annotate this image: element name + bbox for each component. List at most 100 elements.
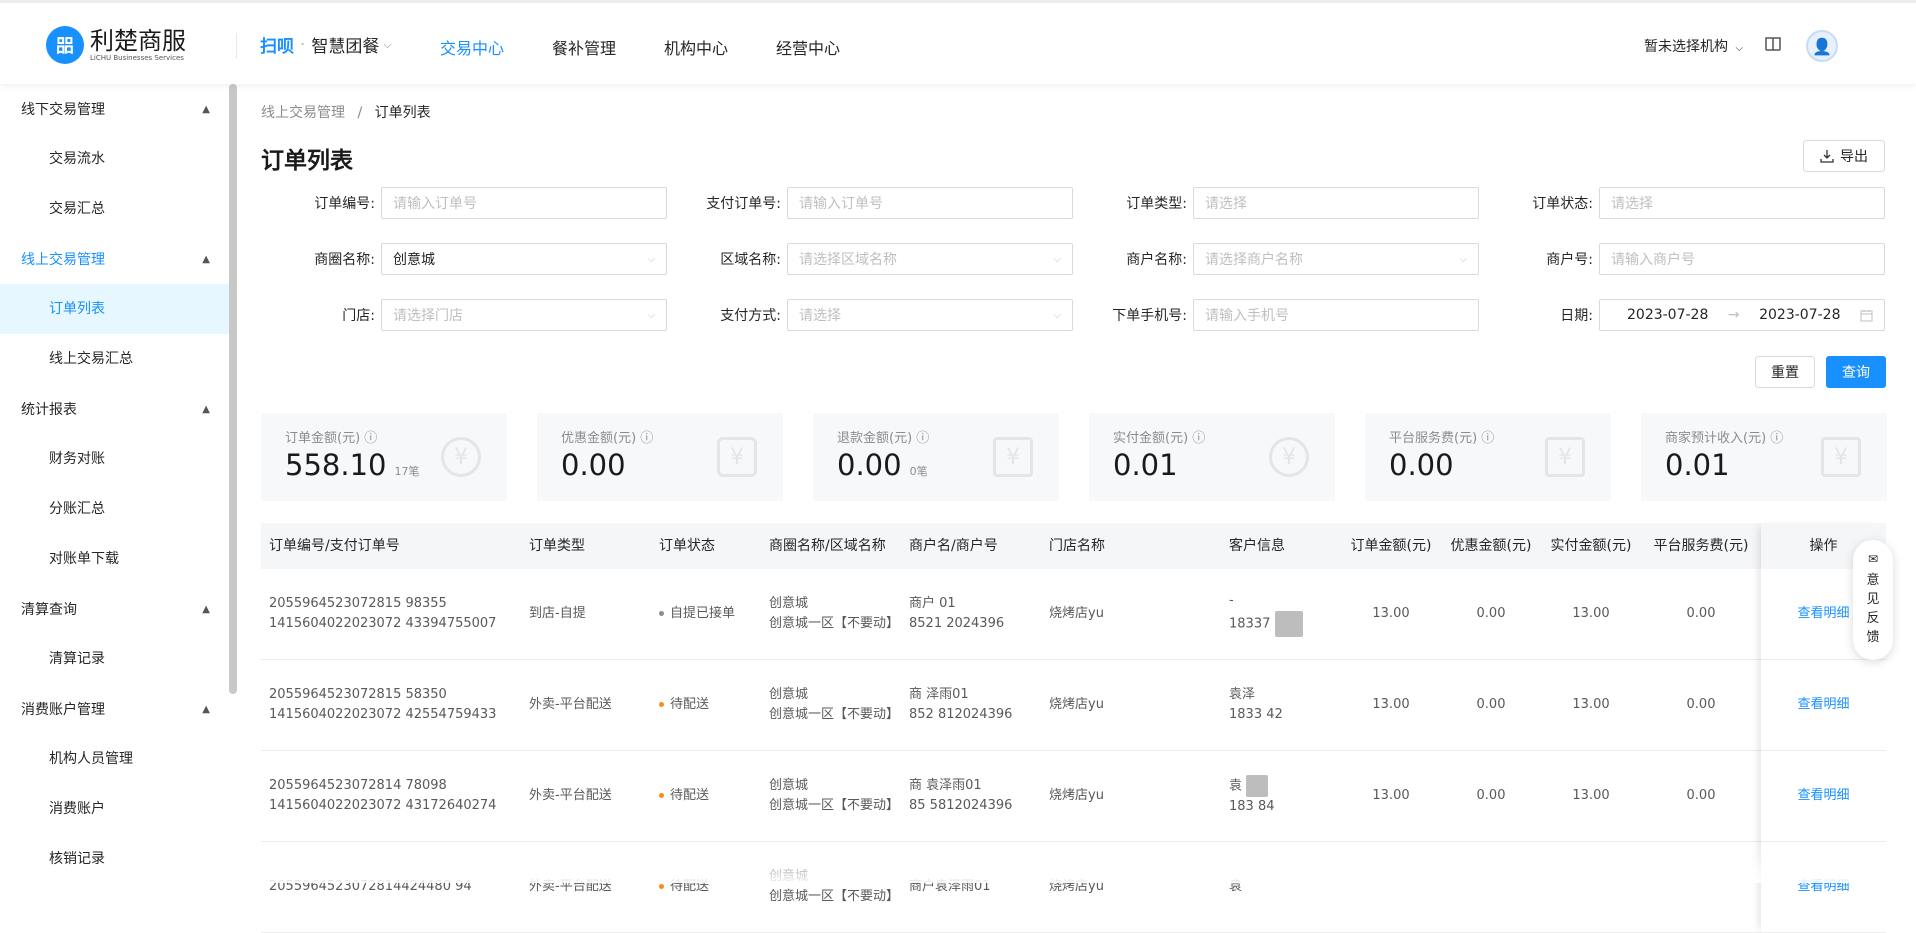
chevron-up-icon: ▲ [202, 403, 210, 415]
fee-icon: ¥ [1545, 437, 1585, 477]
sidebar-item-statement-download[interactable]: 对账单下载 [0, 534, 230, 584]
date-range-picker[interactable]: 2023-07-28 → 2023-07-28 [1599, 299, 1885, 331]
stat-card-paid: 实付金额(元) ⓘ 0.01 ¥ [1089, 413, 1335, 501]
header-divider [236, 33, 237, 59]
export-button[interactable]: 导出 [1803, 140, 1885, 172]
merchant-no-label: 商户号: [1546, 252, 1593, 268]
merchant-name: 商 泽雨01 [909, 687, 969, 702]
region-name: 创意城一区【不要动】 [769, 616, 900, 631]
book-icon[interactable] [1764, 35, 1782, 53]
region-select[interactable]: 请选择区域名称 ⌵ [787, 243, 1073, 275]
customer-name: - [1229, 593, 1234, 608]
query-button[interactable]: 查询 [1826, 356, 1886, 388]
merchant-select[interactable]: 请选择商户名称 ⌵ [1193, 243, 1479, 275]
platform-fee: 0.00 [1686, 788, 1716, 803]
status-dot [659, 611, 664, 616]
sidebar: 线下交易管理 ▲ 交易流水 交易汇总 线上交易管理 ▲ 订单列表 线上交易汇总 统计… [0, 84, 230, 883]
customer-phone: 1833 42 [1229, 707, 1283, 722]
chevron-up-icon: ▲ [202, 103, 210, 115]
sidebar-item-org-staff[interactable]: 机构人员管理 [0, 734, 230, 784]
sidebar-group-label: 消费账户管理 [21, 702, 105, 718]
stat-value: 0.00 [561, 448, 626, 482]
help-icon[interactable]: ⓘ [640, 431, 653, 446]
breadcrumb-parent[interactable]: 线上交易管理 [261, 105, 345, 121]
sidebar-group-online-trade[interactable]: 线上交易管理 ▲ [0, 234, 230, 284]
breadcrumb: 线上交易管理 / 订单列表 [261, 102, 431, 122]
table-header: 订单编号/支付订单号 订单类型 订单状态 商圈名称/区域名称 商户名/商户号 门… [261, 523, 1886, 569]
stat-card-platform-fee: 平台服务费(元) ⓘ 0.00 ¥ [1365, 413, 1611, 501]
nav-item-org-center[interactable]: 机构中心 [664, 35, 728, 59]
feedback-button[interactable]: ✉ 意 见 反 馈 [1853, 540, 1893, 660]
sidebar-item-writeoff-records[interactable]: 核销记录 [0, 834, 230, 884]
sidebar-item-split-summary[interactable]: 分账汇总 [0, 484, 230, 534]
refund-icon: ¥ [993, 437, 1033, 477]
merchant-placeholder: 请选择商户名称 [1205, 252, 1303, 268]
sidebar-item-order-list[interactable]: 订单列表 [0, 284, 230, 334]
region-name: 创意城一区【不要动】 [769, 707, 900, 722]
product-switcher[interactable]: 扫呗 · 智慧团餐 ⌵ [260, 32, 392, 58]
circle-select[interactable]: 创意城 ⌵ [381, 243, 667, 275]
mail-icon: ✉ [1867, 552, 1879, 566]
view-detail-link[interactable]: 查看明细 [1797, 606, 1849, 621]
order-status-select[interactable]: 请选择 [1599, 187, 1885, 219]
sidebar-scrollbar[interactable] [229, 84, 237, 694]
status-dot [659, 702, 664, 707]
col-order-no: 订单编号/支付订单号 [269, 538, 400, 554]
help-icon[interactable]: ⓘ [364, 431, 377, 446]
sidebar-group-consumer-accounts[interactable]: 消费账户管理 ▲ [0, 684, 230, 734]
yuan-icon: ¥ [441, 437, 481, 477]
pay-no-input[interactable]: 请输入订单号 [787, 187, 1073, 219]
breadcrumb-current: 订单列表 [374, 105, 431, 121]
sidebar-group-settlement[interactable]: 清算查询 ▲ [0, 584, 230, 634]
phone-input[interactable]: 请输入手机号 [1193, 299, 1479, 331]
view-detail-link[interactable]: 查看明细 [1797, 879, 1849, 894]
nav-item-business-center[interactable]: 经营中心 [776, 35, 840, 59]
help-icon[interactable]: ⓘ [916, 431, 929, 446]
store-select[interactable]: 请选择门店 ⌵ [381, 299, 667, 331]
circle-name: 创意城 [769, 596, 809, 611]
feedback-char: 意 [1866, 573, 1880, 588]
circle-value: 创意城 [393, 252, 435, 268]
paid-amount: 13.00 [1572, 697, 1610, 712]
help-icon[interactable]: ⓘ [1481, 431, 1494, 446]
merchant-no-input[interactable]: 请输入商户号 [1599, 243, 1885, 275]
order-status: 待配送 [670, 879, 710, 894]
status-dot [659, 793, 664, 798]
chevron-down-icon: ⌵ [1053, 253, 1061, 265]
logo[interactable]: 㗊 利楚商服 LiCHU Businesses Services [46, 23, 186, 67]
nav-item-meal-subsidy[interactable]: 餐补管理 [552, 35, 616, 59]
order-status: 自提已接单 [670, 606, 736, 621]
help-icon[interactable]: ⓘ [1192, 431, 1205, 446]
view-detail-link[interactable]: 查看明细 [1797, 788, 1849, 803]
merchant-name: 商 袁泽雨01 [909, 778, 982, 793]
stat-label: 退款金额(元) [837, 431, 913, 446]
sidebar-item-consumer-account[interactable]: 消费账户 [0, 784, 230, 834]
date-start[interactable]: 2023-07-28 [1627, 307, 1708, 323]
nav-item-trade-center[interactable]: 交易中心 [440, 35, 504, 59]
help-icon[interactable]: ⓘ [1770, 431, 1783, 446]
avatar[interactable]: 👤 [1806, 30, 1838, 62]
sidebar-item-trade-flow[interactable]: 交易流水 [0, 134, 230, 184]
reset-button[interactable]: 重置 [1755, 356, 1815, 388]
view-detail-link[interactable]: 查看明细 [1797, 697, 1849, 712]
sidebar-group-offline-trade[interactable]: 线下交易管理 ▲ [0, 84, 230, 134]
stat-count: 17笔 [394, 465, 420, 478]
order-no-input[interactable]: 请输入订单号 [381, 187, 667, 219]
sidebar-item-settlement-records[interactable]: 清算记录 [0, 634, 230, 684]
feedback-char: 见 [1866, 592, 1880, 607]
sidebar-group-reports[interactable]: 统计报表 ▲ [0, 384, 230, 434]
org-select[interactable]: 暂未选择机构 ⌵ [1644, 36, 1743, 56]
calendar-icon [1860, 309, 1873, 321]
col-amount: 订单金额(元) [1350, 538, 1432, 554]
date-end[interactable]: 2023-07-28 [1759, 307, 1840, 323]
sidebar-item-trade-summary[interactable]: 交易汇总 [0, 184, 230, 234]
stat-card-refund: 退款金额(元) ⓘ 0.00 0笔 ¥ [813, 413, 1059, 501]
sidebar-item-online-summary[interactable]: 线上交易汇总 [0, 334, 230, 384]
platform-fee: 0.00 [1686, 697, 1716, 712]
order-type-select[interactable]: 请选择 [1193, 187, 1479, 219]
chevron-down-icon: ⌵ [647, 253, 655, 265]
redaction-block [1274, 611, 1303, 637]
pay-method-select[interactable]: 请选择 ⌵ [787, 299, 1073, 331]
order-no: 2055964523072815 58350 [269, 687, 447, 702]
sidebar-item-reconciliation[interactable]: 财务对账 [0, 434, 230, 484]
